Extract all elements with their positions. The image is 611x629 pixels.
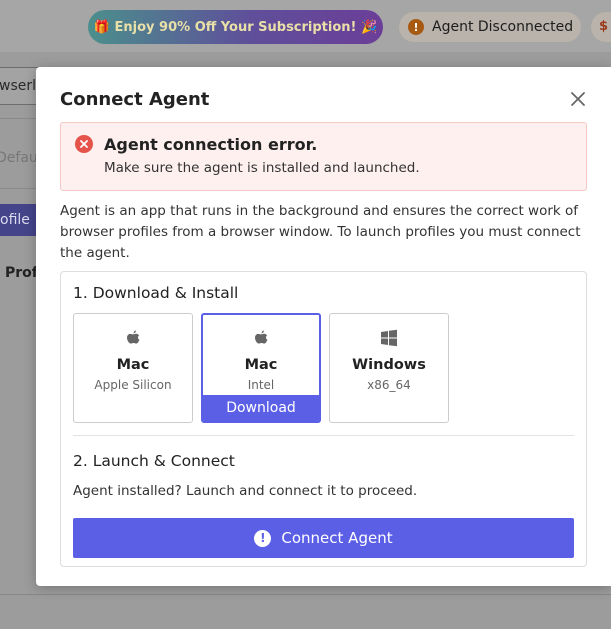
promo-text: 🎁 Enjoy 90% Off Your Subscription! 🎉 <box>93 19 378 35</box>
windows-icon <box>381 329 397 347</box>
alert-icon: ! <box>254 529 272 547</box>
step-launch-title: 2. Launch & Connect <box>73 452 235 470</box>
download-button[interactable]: Download <box>203 395 319 421</box>
card-arch: Intel <box>247 378 275 392</box>
default-label: Defau <box>0 150 38 166</box>
close-icon <box>571 92 585 106</box>
apple-icon <box>127 330 140 344</box>
divider <box>0 118 40 119</box>
connect-agent-modal: Connect Agent Agent connection error. Ma… <box>36 67 611 586</box>
error-alert: Agent connection error. Make sure the ag… <box>60 122 587 191</box>
connect-agent-label: Connect Agent <box>281 529 393 547</box>
divider <box>0 594 611 595</box>
create-profile-button[interactable]: ofile <box>0 204 40 236</box>
card-os-name: Mac <box>116 357 150 373</box>
apple-icon <box>255 330 268 344</box>
card-os-name: Mac <box>244 357 278 373</box>
card-arch: x86_64 <box>367 378 411 392</box>
modal-title: Connect Agent <box>60 89 210 110</box>
agent-description: Agent is an app that runs in the backgro… <box>60 203 581 261</box>
launch-message: Agent installed? Launch and connect it t… <box>73 483 418 499</box>
setup-steps: 1. Download & Install Mac Apple Silicon … <box>60 271 587 567</box>
connect-agent-button[interactable]: ! Connect Agent <box>73 518 574 558</box>
agent-status-badge[interactable]: ! Agent Disconnected <box>399 12 581 42</box>
error-title: Agent connection error. <box>104 135 318 154</box>
warning-icon: ! <box>408 19 424 35</box>
download-windows[interactable]: Windows x86_64 <box>329 313 449 423</box>
error-message: Make sure the agent is installed and lau… <box>104 160 420 176</box>
promo-banner[interactable]: 🎁 Enjoy 90% Off Your Subscription! 🎉 <box>88 10 383 44</box>
agent-status-text: Agent Disconnected <box>432 19 574 35</box>
error-icon <box>75 135 93 153</box>
download-mac-intel[interactable]: Mac Intel Download <box>201 313 321 423</box>
close-button[interactable] <box>566 87 590 111</box>
divider <box>0 188 40 189</box>
card-arch: Apple Silicon <box>94 378 172 392</box>
download-mac-apple-silicon[interactable]: Mac Apple Silicon <box>73 313 193 423</box>
step-download-title: 1. Download & Install <box>73 284 239 302</box>
divider <box>73 435 574 436</box>
card-os-name: Windows <box>352 357 426 373</box>
